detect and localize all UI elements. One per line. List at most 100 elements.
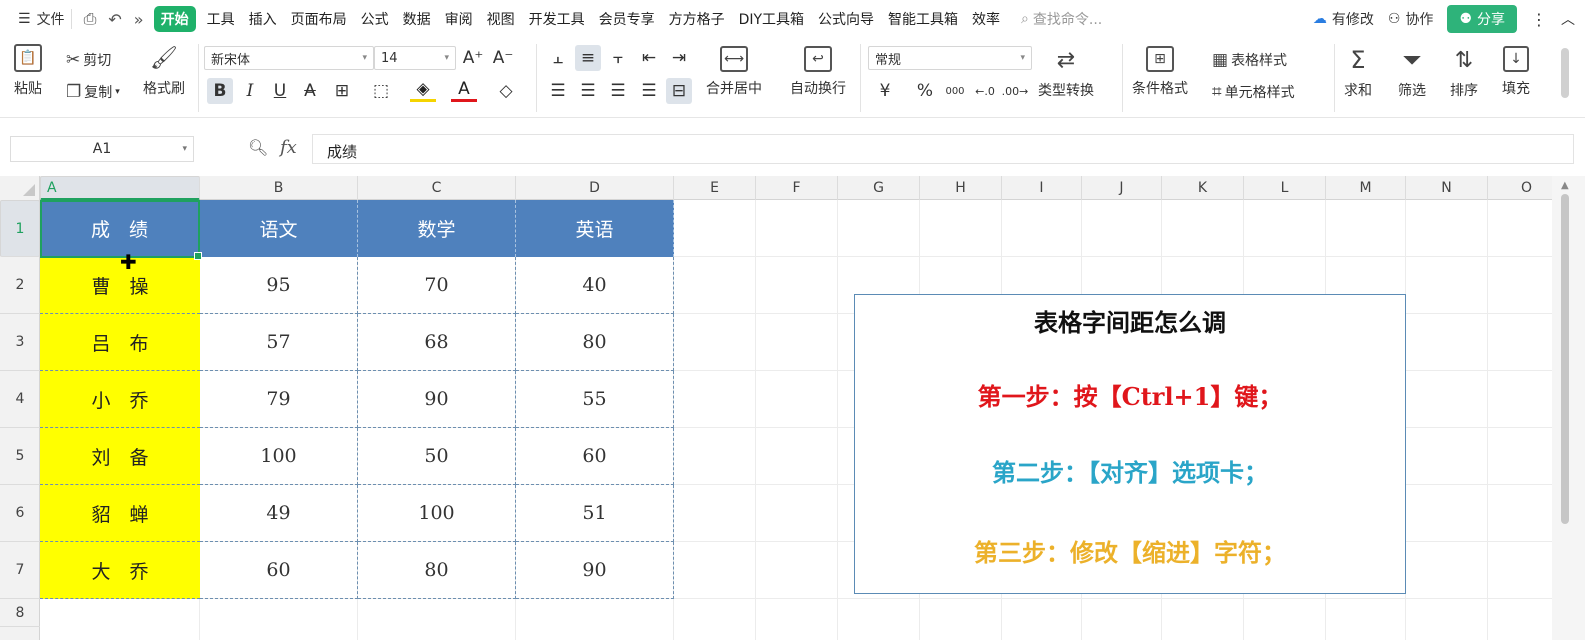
select-all-corner[interactable] [0, 176, 40, 200]
column-header-a[interactable]: A [40, 176, 200, 200]
border-icon[interactable]: ⊞ [329, 78, 355, 104]
score-cell[interactable]: 49 [200, 485, 358, 542]
name-cell[interactable]: 大 乔 [40, 542, 200, 599]
scroll-up-icon[interactable]: ▲ [1561, 180, 1569, 191]
align-middle-icon[interactable]: ≡ [575, 45, 601, 71]
column-header-k[interactable]: K [1162, 176, 1244, 200]
percent-button[interactable]: % [912, 78, 938, 104]
column-header-m[interactable]: M [1326, 176, 1406, 200]
undo-icon[interactable]: ↶ [102, 10, 127, 29]
tab-12[interactable]: 公式向导 [811, 9, 881, 29]
align-bottom-icon[interactable]: ⫟ [605, 45, 631, 71]
column-header-f[interactable]: F [756, 176, 838, 200]
score-cell[interactable]: 68 [358, 314, 516, 371]
number-format-select[interactable]: 常规 ▾ [868, 46, 1032, 70]
score-cell[interactable]: 60 [200, 542, 358, 599]
name-cell[interactable]: 小 乔 [40, 371, 200, 428]
sort-button[interactable]: ⇅ 排序 [1450, 46, 1478, 100]
score-cell[interactable]: 70 [358, 257, 516, 314]
row-header-6[interactable]: 6 [0, 485, 40, 542]
column-header-b[interactable]: B [200, 176, 358, 200]
name-cell[interactable]: 刘 备 [40, 428, 200, 485]
increase-font-icon[interactable]: A⁺ [460, 45, 486, 71]
formula-input[interactable]: 成绩 [312, 134, 1574, 164]
row-header-8[interactable]: 8 [0, 599, 40, 627]
column-header-o[interactable]: O [1488, 176, 1552, 200]
tab-11[interactable]: DIY工具箱 [732, 9, 811, 29]
merge-center-button[interactable]: ⟷ 合并居中 [706, 46, 762, 98]
align-right-icon[interactable]: ☰ [605, 78, 631, 104]
fill-style-icon[interactable]: ⬚ [368, 78, 394, 104]
tab-7[interactable]: 视图 [480, 9, 522, 29]
tab-9[interactable]: 会员专享 [592, 9, 662, 29]
header-cell[interactable]: 英语 [516, 200, 674, 257]
type-convert-button[interactable]: ⇄ 类型转换 [1038, 46, 1094, 100]
thousands-button[interactable]: 000 [942, 78, 968, 104]
font-color-icon[interactable]: A [451, 78, 477, 102]
score-cell[interactable]: 80 [516, 314, 674, 371]
command-search[interactable]: ⌕ 查找命令... [1007, 9, 1110, 29]
score-cell[interactable]: 95 [200, 257, 358, 314]
score-cell[interactable]: 100 [200, 428, 358, 485]
sum-button[interactable]: Σ 求和 [1344, 46, 1372, 100]
bold-button[interactable]: B [207, 78, 233, 104]
column-header-l[interactable]: L [1244, 176, 1326, 200]
row-header-2[interactable]: 2 [0, 257, 40, 314]
print-preview-icon[interactable]: ⎙ [78, 9, 103, 29]
ribbon-scrollbar[interactable] [1552, 38, 1585, 118]
font-size-select[interactable]: 14 ▾ [374, 46, 456, 70]
tab-3[interactable]: 页面布局 [284, 9, 354, 29]
score-cell[interactable]: 90 [358, 371, 516, 428]
name-cell[interactable]: 貂 蝉 [40, 485, 200, 542]
table-style-button[interactable]: ▦ 表格样式 [1212, 50, 1287, 70]
currency-button[interactable]: ¥ [872, 78, 898, 104]
score-cell[interactable]: 90 [516, 542, 674, 599]
score-cell[interactable]: 50 [358, 428, 516, 485]
distributed-align-icon[interactable]: ⊟ [666, 78, 692, 104]
font-name-select[interactable]: 新宋体 ▾ [204, 46, 374, 70]
tab-6[interactable]: 审阅 [438, 9, 480, 29]
column-header-g[interactable]: G [838, 176, 920, 200]
align-center-icon[interactable]: ☰ [575, 78, 601, 104]
eraser-icon[interactable]: ◇ [493, 78, 519, 104]
row-header-3[interactable]: 3 [0, 314, 40, 371]
score-cell[interactable]: 79 [200, 371, 358, 428]
column-header-n[interactable]: N [1406, 176, 1488, 200]
score-cell[interactable]: 40 [516, 257, 674, 314]
tab-5[interactable]: 数据 [396, 9, 438, 29]
strikethrough-button[interactable]: A [297, 78, 323, 104]
fx-icon[interactable]: fx [280, 137, 297, 158]
italic-button[interactable]: I [237, 78, 263, 104]
more-menu-icon[interactable]: ⋮ [1531, 10, 1547, 29]
header-cell[interactable]: 成 绩 [40, 200, 200, 257]
column-header-c[interactable]: C [358, 176, 516, 200]
tab-10[interactable]: 方方格子 [662, 9, 732, 29]
align-left-icon[interactable]: ☰ [545, 78, 571, 104]
header-cell[interactable]: 语文 [200, 200, 358, 257]
tab-0[interactable]: 开始 [153, 6, 196, 32]
fill-button[interactable]: ↓ 填充 [1502, 46, 1530, 98]
collab-button[interactable]: ⚇ 协作 [1388, 9, 1434, 29]
score-cell[interactable]: 55 [516, 371, 674, 428]
zoom-icon[interactable]: 🔍︎ [248, 138, 268, 157]
tab-4[interactable]: 公式 [354, 9, 396, 29]
tab-13[interactable]: 智能工具箱 [881, 9, 965, 29]
column-header-i[interactable]: I [1002, 176, 1082, 200]
decrease-indent-icon[interactable]: ⇤ [636, 45, 662, 71]
name-box[interactable]: A1 ▾ [10, 136, 194, 162]
vertical-scrollbar[interactable]: ▲ [1552, 176, 1585, 640]
more-chevron-icon[interactable]: » [128, 10, 150, 29]
file-menu[interactable]: ☰ 文件 [0, 9, 65, 29]
tab-8[interactable]: 开发工具 [522, 9, 592, 29]
fill-color-icon[interactable]: ◈ [410, 78, 436, 102]
row-header-4[interactable]: 4 [0, 371, 40, 428]
column-header-d[interactable]: D [516, 176, 674, 200]
tab-14[interactable]: 效率 [965, 9, 1007, 29]
filter-button[interactable]: ⏷ 筛选 [1398, 46, 1426, 100]
column-header-j[interactable]: J [1082, 176, 1162, 200]
increase-decimal-icon[interactable]: ←.0 [972, 78, 998, 104]
increase-indent-icon[interactable]: ⇥ [666, 45, 692, 71]
column-header-e[interactable]: E [674, 176, 756, 200]
copy-button[interactable]: ❐ 复制 ▾ [66, 82, 120, 102]
cut-button[interactable]: ✂ 剪切 [66, 50, 111, 70]
